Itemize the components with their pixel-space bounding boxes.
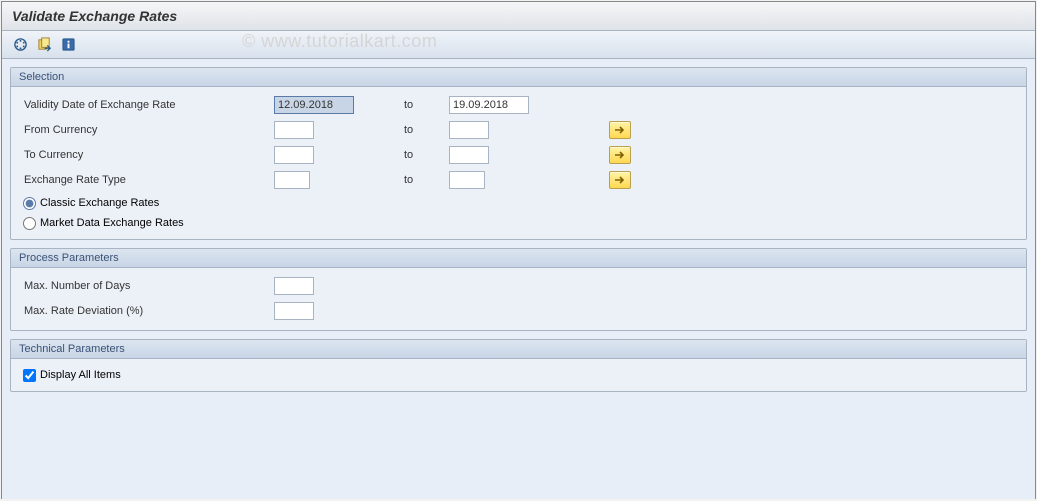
to-currency-multiselect-button[interactable] bbox=[609, 146, 631, 164]
from-currency-multiselect-button[interactable] bbox=[609, 121, 631, 139]
content-area: © www.tutorialkart.com Selection Validit… bbox=[2, 59, 1035, 499]
to-currency-label: To Currency bbox=[19, 146, 274, 164]
get-variant-icon bbox=[37, 37, 52, 52]
max-deviation-label: Max. Rate Deviation (%) bbox=[19, 302, 274, 320]
classic-rates-label: Classic Exchange Rates bbox=[40, 197, 159, 209]
technical-group: Technical Parameters Display All Items bbox=[10, 339, 1027, 392]
validity-date-to-label: to bbox=[374, 99, 449, 111]
selection-group: Selection Validity Date of Exchange Rate… bbox=[10, 67, 1027, 240]
display-all-checkbox[interactable] bbox=[23, 369, 36, 382]
classic-rates-radio[interactable] bbox=[23, 197, 36, 210]
selection-group-title: Selection bbox=[11, 68, 1026, 87]
info-button[interactable] bbox=[58, 35, 78, 55]
validity-date-to-input[interactable] bbox=[449, 96, 529, 114]
technical-group-title: Technical Parameters bbox=[11, 340, 1026, 359]
execute-button[interactable] bbox=[10, 35, 30, 55]
main-window: Validate Exchange Rates bbox=[1, 1, 1036, 499]
exchange-rate-type-to-label: to bbox=[374, 174, 449, 186]
max-days-input[interactable] bbox=[274, 277, 314, 295]
exchange-rate-type-label: Exchange Rate Type bbox=[19, 171, 274, 189]
exchange-rate-type-from-input[interactable] bbox=[274, 171, 310, 189]
execute-icon bbox=[13, 37, 28, 52]
process-group: Process Parameters Max. Number of Days M… bbox=[10, 248, 1027, 331]
arrow-right-icon bbox=[614, 175, 626, 185]
to-currency-to-label: to bbox=[374, 149, 449, 161]
to-currency-to-input[interactable] bbox=[449, 146, 489, 164]
from-currency-to-label: to bbox=[374, 124, 449, 136]
from-currency-from-input[interactable] bbox=[274, 121, 314, 139]
from-currency-to-input[interactable] bbox=[449, 121, 489, 139]
process-group-title: Process Parameters bbox=[11, 249, 1026, 268]
exchange-rate-type-to-input[interactable] bbox=[449, 171, 485, 189]
page-title: Validate Exchange Rates bbox=[2, 2, 1035, 31]
toolbar bbox=[2, 31, 1035, 59]
market-rates-label: Market Data Exchange Rates bbox=[40, 217, 184, 229]
validity-date-from-input[interactable] bbox=[274, 96, 354, 114]
arrow-right-icon bbox=[614, 125, 626, 135]
market-rates-radio[interactable] bbox=[23, 217, 36, 230]
display-all-label: Display All Items bbox=[40, 369, 121, 381]
max-deviation-input[interactable] bbox=[274, 302, 314, 320]
arrow-right-icon bbox=[614, 150, 626, 160]
from-currency-label: From Currency bbox=[19, 121, 274, 139]
get-variant-button[interactable] bbox=[34, 35, 54, 55]
exchange-rate-type-multiselect-button[interactable] bbox=[609, 171, 631, 189]
validity-date-label: Validity Date of Exchange Rate bbox=[19, 96, 274, 114]
max-days-label: Max. Number of Days bbox=[19, 277, 274, 295]
to-currency-from-input[interactable] bbox=[274, 146, 314, 164]
info-icon bbox=[61, 37, 76, 52]
